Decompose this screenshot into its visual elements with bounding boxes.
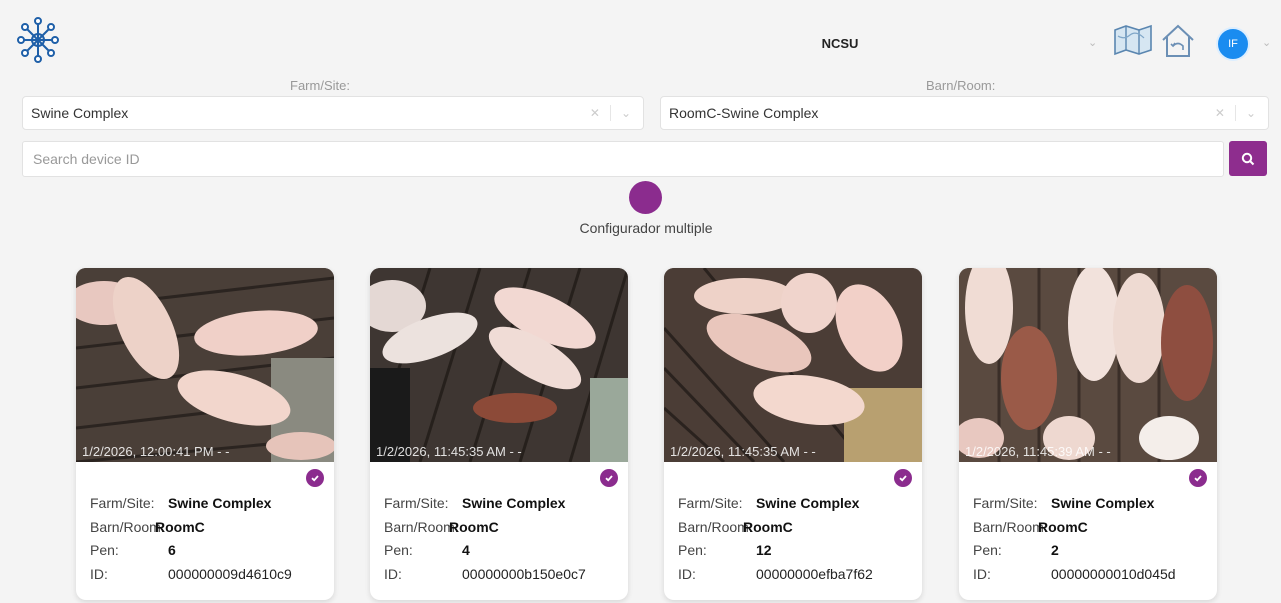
camera-thumbnail[interactable] [76, 268, 334, 462]
id-value: 00000000010d045d [1051, 565, 1176, 582]
barn-key: Barn/Room: [973, 518, 1048, 535]
farm-key: Farm/Site: [973, 495, 1038, 511]
id-key: ID: [973, 565, 991, 582]
device-info: Farm/Site: Swine Complex Barn/Room: RoomC … [90, 492, 292, 586]
farm-site-label: Farm/Site: [290, 78, 350, 93]
search-device-input[interactable] [22, 141, 1224, 177]
clear-icon[interactable]: ✕ [1215, 106, 1225, 120]
chevron-down-icon[interactable]: ⌄ [621, 106, 631, 120]
user-avatar[interactable]: IF [1216, 27, 1250, 61]
timestamp: 1/2/2026, 11:45:35 AM - - [670, 444, 816, 459]
camera-thumbnail[interactable] [370, 268, 628, 462]
farm-key: Farm/Site: [384, 495, 449, 511]
chevron-down-icon[interactable]: ⌄ [1088, 36, 1097, 49]
id-key: ID: [384, 565, 402, 582]
farm-value: Swine Complex [462, 495, 566, 511]
user-menu-chevron-icon[interactable]: ⌄ [1262, 36, 1271, 49]
farm-value: Swine Complex [756, 495, 860, 511]
timestamp: 1/2/2026, 11:45:35 AM - - [376, 444, 522, 459]
pen-key: Pen: [973, 542, 1002, 558]
chevron-down-icon[interactable]: ⌄ [1246, 106, 1256, 120]
camera-thumbnail[interactable] [959, 268, 1217, 462]
barn-key: Barn/Room: [384, 518, 459, 535]
pen-value: 12 [756, 542, 772, 558]
id-value: 00000000b150e0c7 [462, 565, 586, 582]
id-value: 000000009d4610c9 [168, 565, 292, 582]
map-icon[interactable] [1112, 24, 1154, 56]
header: NCSU ⌄ IF ⌄ [0, 0, 1281, 76]
clear-icon[interactable]: ✕ [590, 106, 600, 120]
barn-key: Barn/Room: [678, 518, 753, 535]
barn-value: RoomC [743, 518, 793, 535]
device-info: Farm/Site: Swine Complex Barn/Room: RoomC … [384, 492, 586, 586]
search-button[interactable] [1229, 141, 1267, 176]
pen-value: 6 [168, 542, 176, 558]
device-card[interactable]: 1/2/2026, 11:45:35 AM - - Farm/Site: Swin… [664, 268, 922, 600]
pen-key: Pen: [384, 542, 413, 558]
pen-value: 4 [462, 542, 470, 558]
farm-key: Farm/Site: [678, 495, 743, 511]
farm-key: Farm/Site: [90, 495, 155, 511]
farm-value: Swine Complex [1051, 495, 1155, 511]
multi-config-label: Configurador multiple [579, 220, 713, 236]
device-info: Farm/Site: Swine Complex Barn/Room: RoomC … [678, 492, 873, 586]
device-card[interactable]: 1/2/2026, 11:45:39 AM - - Farm/Site: Swin… [959, 268, 1217, 600]
timestamp: 1/2/2026, 12:00:41 PM - - [82, 444, 230, 459]
network-logo-icon[interactable] [16, 16, 60, 64]
barn-value: RoomC [449, 518, 499, 535]
barn-room-select[interactable]: RoomC-Swine Complex ✕ ⌄ [660, 96, 1269, 130]
barn-room-label: Barn/Room: [926, 78, 996, 93]
id-key: ID: [90, 565, 108, 582]
selected-check-icon[interactable] [306, 469, 324, 487]
id-value: 00000000efba7f62 [756, 565, 873, 582]
search-icon [1241, 152, 1255, 165]
camera-thumbnail[interactable] [664, 268, 922, 462]
farm-value: Swine Complex [168, 495, 272, 511]
selected-check-icon[interactable] [1189, 469, 1207, 487]
multi-config-toggle[interactable] [629, 181, 662, 214]
pen-value: 2 [1051, 542, 1059, 558]
barn-room-value: RoomC-Swine Complex [669, 105, 819, 121]
barn-value: RoomC [1038, 518, 1088, 535]
selected-check-icon[interactable] [894, 469, 912, 487]
timestamp: 1/2/2026, 11:45:39 AM - - [965, 444, 1111, 459]
pen-key: Pen: [90, 542, 119, 558]
id-key: ID: [678, 565, 696, 582]
device-card[interactable]: 1/2/2026, 12:00:41 PM - - Farm/Site: Swin… [76, 268, 334, 600]
pen-key: Pen: [678, 542, 707, 558]
barn-key: Barn/Room: [90, 518, 165, 535]
selected-check-icon[interactable] [600, 469, 618, 487]
device-card[interactable]: 1/2/2026, 11:45:35 AM - - Farm/Site: Swin… [370, 268, 628, 600]
home-icon[interactable] [1160, 22, 1196, 60]
barn-value: RoomC [155, 518, 205, 535]
farm-site-value: Swine Complex [31, 105, 129, 121]
farm-site-select[interactable]: Swine Complex ✕ ⌄ [22, 96, 644, 130]
org-title: NCSU [821, 36, 859, 51]
device-info: Farm/Site: Swine Complex Barn/Room: RoomC … [973, 492, 1176, 586]
